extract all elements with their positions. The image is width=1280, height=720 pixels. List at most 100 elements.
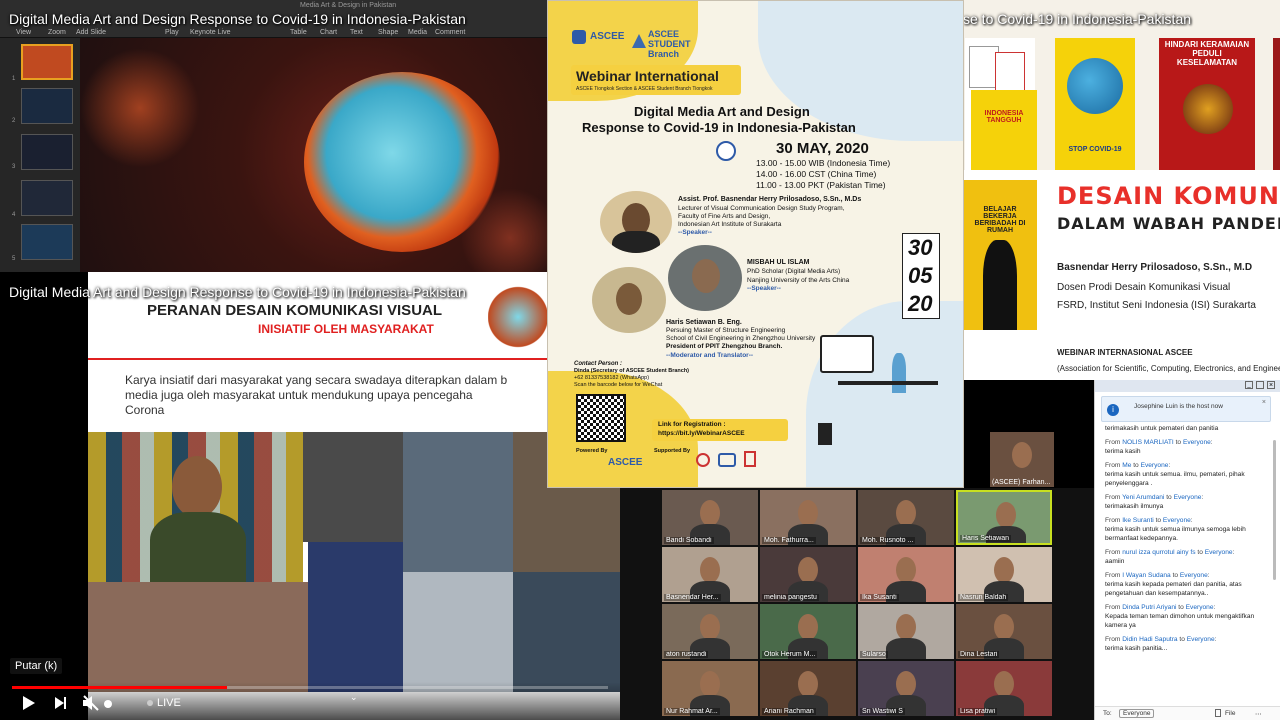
chat-titlebar: _ × bbox=[1095, 380, 1280, 392]
toolbar-comment-button[interactable]: Comment bbox=[435, 29, 465, 36]
next-button[interactable] bbox=[54, 696, 68, 715]
participant-tile-host[interactable]: (ASCEE) Farhan... bbox=[990, 432, 1054, 487]
participant-face bbox=[798, 500, 818, 526]
qr-code bbox=[576, 394, 626, 442]
sponsor-logo bbox=[718, 453, 736, 467]
registration-link[interactable]: https://bit.ly/WebinarASCEE bbox=[658, 430, 745, 437]
participant-tile[interactable]: Otok Herum M... bbox=[760, 604, 856, 659]
chat-message: From Ike Suranti to Everyone: terima kasi… bbox=[1105, 516, 1273, 543]
chat-sender: Me bbox=[1122, 462, 1132, 469]
slide-thumbnail[interactable] bbox=[21, 88, 73, 124]
chat-message-header: From Didin Hadi Saputra to Everyone: bbox=[1105, 636, 1217, 643]
participant-face bbox=[700, 557, 720, 583]
toolbar-media-button[interactable]: Media bbox=[408, 29, 427, 36]
maximize-icon[interactable] bbox=[1256, 381, 1264, 389]
close-icon[interactable]: × bbox=[1262, 399, 1266, 406]
chat-recipient: Everyone bbox=[1173, 494, 1202, 501]
progress-track[interactable] bbox=[12, 686, 608, 689]
volume-muted-icon bbox=[83, 695, 99, 711]
chat-scrollbar[interactable] bbox=[1273, 440, 1276, 580]
participant-name: Dina Lestari bbox=[958, 651, 1000, 658]
participant-face bbox=[798, 671, 818, 697]
host-notice-text: Josephine Luin is the host now bbox=[1134, 403, 1223, 410]
participant-name: Bandi Sobandi bbox=[664, 537, 714, 544]
participant-name: Ariani Rachman bbox=[762, 708, 816, 715]
file-icon[interactable] bbox=[1215, 709, 1221, 717]
big-date-year: 20 bbox=[908, 291, 933, 316]
participant-tile[interactable]: Sri Wastiwi S bbox=[858, 661, 954, 716]
poster-indonesia: INDONESIA TANGGUH bbox=[971, 90, 1037, 170]
speaker1-inst: Indonesian Art Institute of Surakarta bbox=[678, 221, 782, 228]
chat-sender: Yeni Arumdani bbox=[1122, 494, 1165, 501]
participant-face bbox=[996, 502, 1016, 528]
participant-body bbox=[886, 638, 926, 659]
file-button[interactable]: File bbox=[1225, 710, 1235, 717]
chat-recipient: Everyone bbox=[1182, 439, 1211, 446]
speaker3-name: Haris Setiawan B. Eng. bbox=[666, 319, 742, 326]
chevron-down-icon[interactable]: ⌄ bbox=[350, 692, 358, 703]
stream-title-cropped: se to Covid-19 in Indonesia-Pakistan bbox=[963, 11, 1192, 27]
poster-text: INDONESIA TANGGUH bbox=[984, 110, 1024, 124]
chat-message-header: From NOLIS MARLIATI to Everyone: bbox=[1105, 439, 1213, 446]
time-china: 14.00 - 16.00 CST (China Time) bbox=[756, 169, 877, 179]
participant-gallery: Bandi Sobandi Moh. Fathurra... Moh. Rusnot… bbox=[620, 488, 1094, 720]
minimize-icon[interactable]: _ bbox=[1245, 381, 1253, 389]
toolbar-zoom-button[interactable]: Zoom bbox=[48, 29, 66, 36]
close-icon[interactable]: × bbox=[1267, 381, 1275, 389]
participant-name: Lisa pratiwi bbox=[958, 708, 998, 715]
poster-text: STOP COVID-19 bbox=[1068, 146, 1122, 153]
chat-message: terimakasih untuk pemateri dan panitia bbox=[1105, 424, 1273, 433]
recipient-select[interactable]: Everyone bbox=[1119, 709, 1155, 718]
participant-name: melinia pangestu bbox=[762, 594, 819, 601]
volume-slider-handle[interactable] bbox=[104, 700, 112, 708]
toolbar-chart-button[interactable]: Chart bbox=[320, 29, 337, 36]
slide-thumbnail[interactable] bbox=[21, 134, 73, 170]
chat-recipient: Everyone bbox=[1162, 517, 1191, 524]
slide-thumbnail[interactable] bbox=[21, 44, 73, 80]
slide-thumbnail[interactable] bbox=[21, 224, 73, 260]
toolbar-view-button[interactable]: View bbox=[16, 29, 31, 36]
toolbar-play-button[interactable]: Play bbox=[165, 29, 179, 36]
body-line: Corona bbox=[125, 403, 165, 417]
participant-tile[interactable]: Dina Lestari bbox=[956, 604, 1052, 659]
participant-tile[interactable]: Moh. Fathurra... bbox=[760, 490, 856, 545]
participant-tile[interactable]: Basnendar Her... bbox=[662, 547, 758, 602]
body-line: Karya insiatif dari masyarakat yang seca… bbox=[125, 373, 508, 387]
divider bbox=[88, 358, 620, 360]
participant-tile[interactable]: aton rustandi bbox=[662, 604, 758, 659]
contact-title: Contact Person : bbox=[574, 361, 623, 367]
speaker2-avatar bbox=[668, 245, 742, 311]
participant-tile[interactable]: Haris Setiawan bbox=[956, 490, 1052, 545]
participant-tile[interactable]: melinia pangestu bbox=[760, 547, 856, 602]
photo-poster bbox=[303, 432, 403, 542]
toolbar-shape-button[interactable]: Shape bbox=[378, 29, 398, 36]
more-icon[interactable]: ⋯ bbox=[1255, 710, 1262, 718]
chat-message: From I Wayan Sudana to Everyone: terima k… bbox=[1105, 571, 1273, 598]
chat-footer: To: Everyone File ⋯ bbox=[1095, 706, 1280, 720]
participant-tile[interactable]: Bandi Sobandi bbox=[662, 490, 758, 545]
toolbar-text-button[interactable]: Text bbox=[350, 29, 363, 36]
slide-headline: DESAIN KOMUNIKASI bbox=[1057, 182, 1280, 210]
participant-tile[interactable]: Moh. Rusnoto ... bbox=[858, 490, 954, 545]
chat-message: From Dinda Putri Ariyani to Everyone: Kep… bbox=[1105, 603, 1273, 630]
supported-label: Supported By bbox=[654, 448, 691, 454]
participant-name: Nasrun Baldah bbox=[958, 594, 1009, 601]
slide-thumbnail[interactable] bbox=[21, 180, 73, 216]
toolbar-table-button[interactable]: Table bbox=[290, 29, 307, 36]
play-button[interactable] bbox=[22, 695, 36, 716]
toolbar-add-slide-button[interactable]: Add Slide bbox=[76, 29, 106, 36]
participant-tile[interactable]: Sularso bbox=[858, 604, 954, 659]
toolbar-keynote-live-button[interactable]: Keynote Live bbox=[190, 29, 230, 36]
flyer-title-1: Digital Media Art and Design bbox=[634, 104, 810, 119]
speaker-dept: Dosen Prodi Desain Komunikasi Visual bbox=[1057, 282, 1231, 293]
participant-tile[interactable]: Ariani Rachman bbox=[760, 661, 856, 716]
participant-tile[interactable]: Nasrun Baldah bbox=[956, 547, 1052, 602]
video-player[interactable]: PERANAN DESAIN KOMUNIKASI VISUAL INISIAT… bbox=[0, 272, 620, 720]
chat-message: From Yeni Arumdani to Everyone: terimakas… bbox=[1105, 493, 1273, 511]
participant-tile[interactable]: Ika Susanti bbox=[858, 547, 954, 602]
participant-tile[interactable]: Lisa pratiwi bbox=[956, 661, 1052, 716]
mute-button[interactable] bbox=[82, 694, 100, 717]
participant-name: Nur Rahmat Ar... bbox=[664, 708, 720, 715]
slide-number: 1 bbox=[12, 76, 16, 82]
participant-tile[interactable]: Nur Rahmat Ar... bbox=[662, 661, 758, 716]
